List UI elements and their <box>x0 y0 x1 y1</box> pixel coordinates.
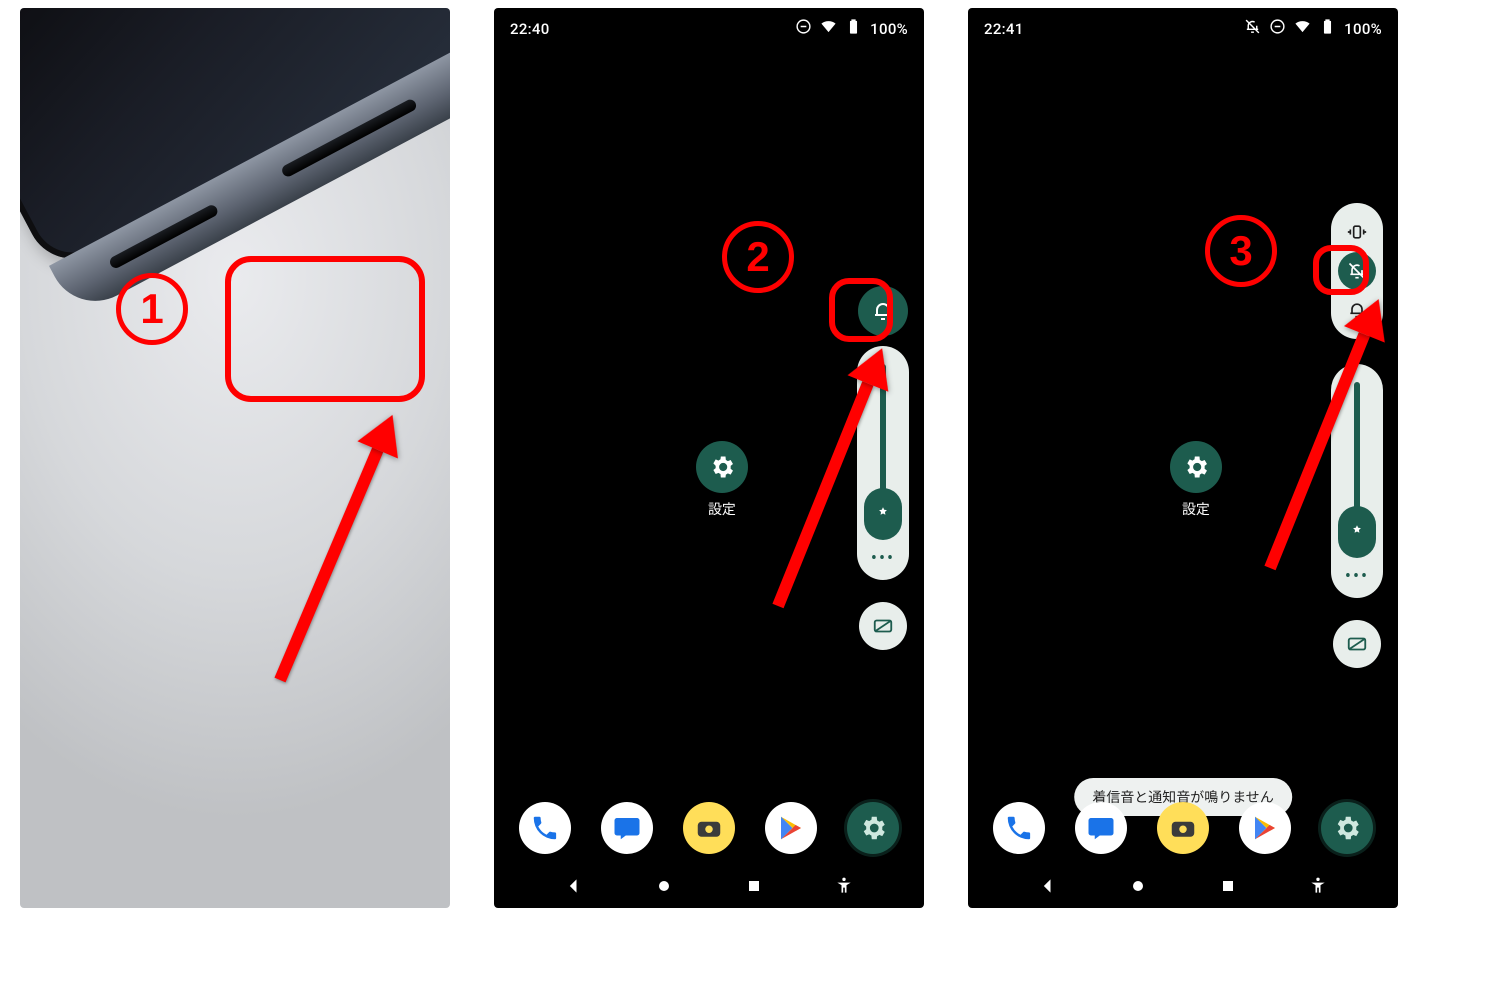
nav-recents[interactable] <box>1218 876 1238 900</box>
dnd-icon <box>1269 18 1286 39</box>
dnd-icon <box>795 18 812 39</box>
battery-percent: 100% <box>1344 20 1382 38</box>
settings-app[interactable] <box>847 802 899 854</box>
bell-off-icon <box>1244 18 1261 39</box>
camera-app[interactable] <box>683 802 735 854</box>
status-time: 22:41 <box>984 20 1024 38</box>
camera-app[interactable] <box>1157 802 1209 854</box>
settings-app-label: 設定 <box>1182 499 1210 519</box>
nav-bar <box>494 876 924 900</box>
step-number-badge: 1 <box>116 273 188 345</box>
nav-back[interactable] <box>1038 876 1058 900</box>
dock <box>494 802 924 854</box>
annotation-highlight-mute-option <box>1313 245 1369 295</box>
settings-app[interactable] <box>1321 802 1373 854</box>
status-time: 22:40 <box>510 20 550 38</box>
nav-accessibility[interactable] <box>834 876 854 900</box>
settings-app-label: 設定 <box>708 499 736 519</box>
play-store-app[interactable] <box>1239 802 1291 854</box>
status-bar: 22:41 <box>968 18 1398 39</box>
wifi-icon <box>820 18 837 39</box>
wifi-icon <box>1294 18 1311 39</box>
annotation-highlight-ring-button <box>829 278 893 342</box>
settings-app-shortcut[interactable]: 設定 <box>1170 441 1222 519</box>
nav-accessibility[interactable] <box>1308 876 1328 900</box>
battery-icon <box>845 18 862 39</box>
step-number-badge: 3 <box>1205 215 1277 287</box>
vibrate-mode-option[interactable] <box>1340 215 1374 249</box>
nav-home[interactable] <box>654 876 674 900</box>
volume-slider-thumb[interactable] <box>864 488 902 540</box>
panel-step-3: 22:41 <box>968 8 1398 908</box>
volume-more-dots[interactable]: ••• <box>1345 568 1369 586</box>
settings-app-shortcut[interactable]: 設定 <box>696 441 748 519</box>
dock <box>968 802 1398 854</box>
battery-icon <box>1319 18 1336 39</box>
nav-bar <box>968 876 1398 900</box>
phone-app[interactable] <box>519 802 571 854</box>
panel-step-1: 1 <box>20 8 450 908</box>
phone-app[interactable] <box>993 802 1045 854</box>
play-store-app[interactable] <box>765 802 817 854</box>
messages-app[interactable] <box>1075 802 1127 854</box>
messages-app[interactable] <box>601 802 653 854</box>
nav-back[interactable] <box>564 876 584 900</box>
battery-percent: 100% <box>870 20 908 38</box>
live-caption-button[interactable] <box>1333 620 1381 668</box>
annotation-highlight-volume-button <box>225 256 425 402</box>
volume-more-dots[interactable]: ••• <box>871 550 895 568</box>
live-caption-button[interactable] <box>859 602 907 650</box>
nav-recents[interactable] <box>744 876 764 900</box>
panel-step-2: 22:40 <box>494 8 924 908</box>
step-number-badge: 2 <box>722 221 794 293</box>
status-bar: 22:40 <box>494 18 924 39</box>
volume-slider-thumb[interactable] <box>1338 506 1376 558</box>
nav-home[interactable] <box>1128 876 1148 900</box>
